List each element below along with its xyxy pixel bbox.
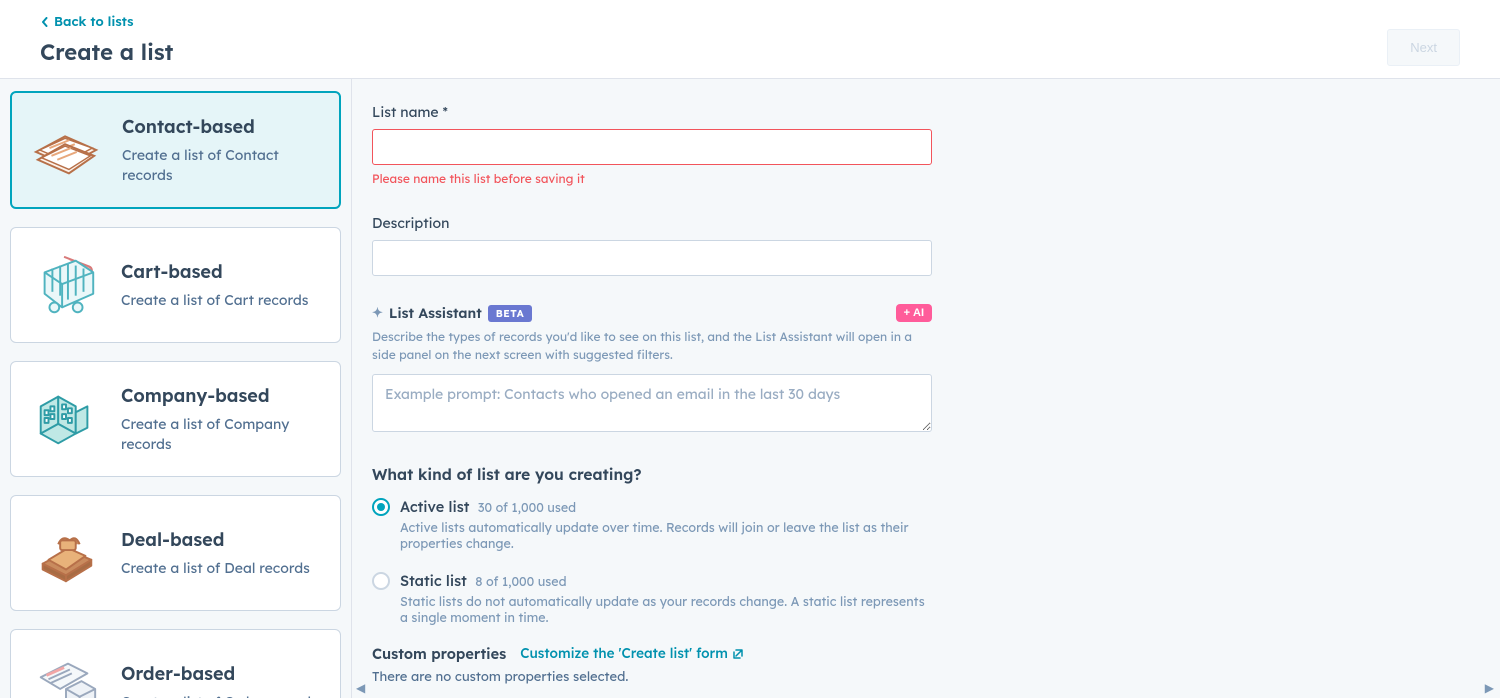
cart-icon — [31, 250, 101, 320]
description-input[interactable] — [372, 240, 932, 276]
card-desc: Create a list of Order records — [121, 693, 318, 698]
description-label: Description — [372, 214, 932, 232]
deal-icon — [31, 518, 101, 588]
card-title: Order-based — [121, 662, 318, 685]
active-usage: 30 of 1,000 used — [478, 500, 576, 516]
beta-badge: BETA — [488, 305, 532, 322]
assistant-textarea[interactable] — [372, 374, 932, 432]
radio-static-label: Static list — [400, 571, 467, 590]
scroll-right-arrow[interactable]: ▶ — [1485, 680, 1494, 695]
next-button[interactable]: Next — [1387, 29, 1460, 66]
sparkle-icon: ✦ — [372, 305, 383, 321]
list-kind-heading: What kind of list are you creating? — [372, 464, 932, 484]
card-title: Contact-based — [122, 115, 319, 138]
card-cart-based[interactable]: Cart-based Create a list of Cart records — [10, 227, 341, 343]
card-desc: Create a list of Deal records — [121, 559, 310, 579]
card-desc: Create a list of Cart records — [121, 291, 308, 311]
card-title: Cart-based — [121, 260, 308, 283]
list-name-input[interactable] — [372, 129, 932, 165]
order-icon — [31, 652, 101, 698]
assistant-help: Describe the types of records you'd like… — [372, 328, 932, 364]
plus-icon: + — [904, 307, 910, 319]
card-title: Deal-based — [121, 528, 310, 551]
static-help: Static lists do not automatically update… — [400, 594, 932, 626]
card-desc: Create a list of Company records — [121, 415, 320, 454]
list-form-panel: List name * Please name this list before… — [352, 79, 1500, 698]
page-header: Back to lists Create a list Next — [0, 0, 1500, 79]
company-icon — [31, 384, 101, 454]
card-contact-based[interactable]: Contact-based Create a list of Contact r… — [10, 91, 341, 209]
static-usage: 8 of 1,000 used — [475, 574, 566, 590]
card-deal-based[interactable]: Deal-based Create a list of Deal records — [10, 495, 341, 611]
ai-button-label: AI — [913, 307, 924, 319]
external-link-icon — [732, 648, 744, 660]
card-order-based[interactable]: Order-based Create a list of Order recor… — [10, 629, 341, 698]
back-link-label: Back to lists — [54, 14, 134, 30]
chevron-left-icon — [40, 17, 50, 27]
list-type-sidebar[interactable]: Contact-based Create a list of Contact r… — [0, 79, 352, 698]
list-name-error: Please name this list before saving it — [372, 171, 932, 186]
ai-button[interactable]: + AI — [896, 304, 932, 322]
list-name-label: List name * — [372, 103, 932, 121]
radio-active-label: Active list — [400, 497, 469, 516]
back-to-lists-link[interactable]: Back to lists — [40, 14, 173, 30]
customize-link-label: Customize the 'Create list' form — [520, 645, 728, 662]
assistant-title: List Assistant — [389, 304, 482, 322]
radio-active-list[interactable] — [372, 498, 390, 516]
card-desc: Create a list of Contact records — [122, 146, 319, 185]
custom-props-empty: There are no custom properties selected. — [372, 669, 932, 685]
page-title: Create a list — [40, 38, 173, 66]
customize-form-link[interactable]: Customize the 'Create list' form — [520, 645, 744, 662]
contact-icon — [32, 115, 102, 185]
active-help: Active lists automatically update over t… — [400, 520, 932, 552]
card-title: Company-based — [121, 384, 320, 407]
card-company-based[interactable]: Company-based Create a list of Company r… — [10, 361, 341, 477]
custom-props-title: Custom properties — [372, 644, 506, 663]
scroll-left-arrow[interactable]: ◀ — [356, 680, 365, 695]
radio-static-list[interactable] — [372, 572, 390, 590]
